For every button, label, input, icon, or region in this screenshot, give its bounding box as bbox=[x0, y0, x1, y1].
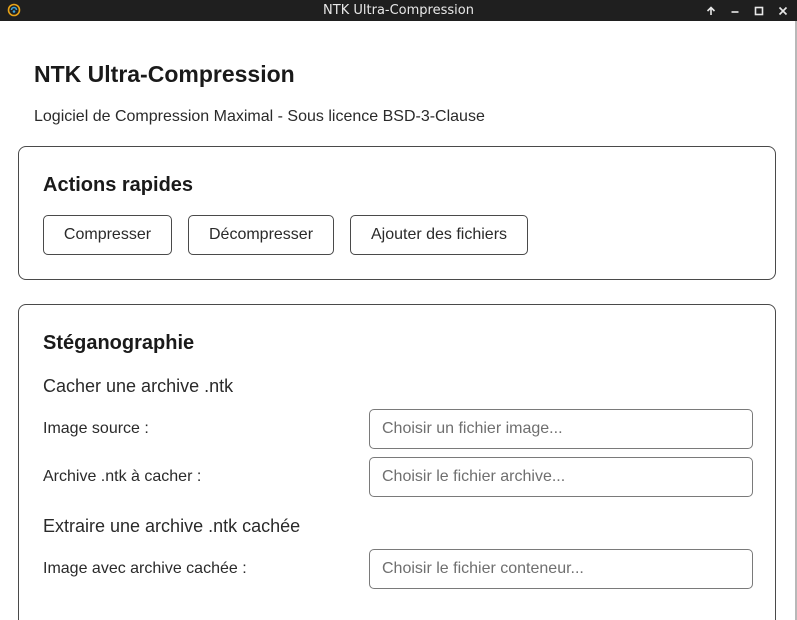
source-image-label: Image source : bbox=[43, 420, 149, 437]
container-image-input[interactable] bbox=[369, 549, 753, 589]
decompress-button[interactable]: Décompresser bbox=[188, 215, 334, 255]
keep-above-icon[interactable] bbox=[702, 2, 720, 19]
add-files-button[interactable]: Ajouter des fichiers bbox=[350, 215, 528, 255]
compress-button[interactable]: Compresser bbox=[43, 215, 172, 255]
archive-to-hide-input[interactable] bbox=[369, 457, 753, 497]
window-title: NTK Ultra-Compression bbox=[323, 3, 474, 18]
window-titlebar[interactable]: NTK Ultra-Compression bbox=[0, 0, 797, 21]
archive-to-hide-label: Archive .ntk à cacher : bbox=[43, 468, 202, 485]
container-image-label: Image avec archive cachée : bbox=[43, 560, 247, 577]
source-image-input[interactable] bbox=[369, 409, 753, 449]
quick-actions-card: Actions rapides Compresser Décompresser … bbox=[18, 146, 776, 280]
minimize-icon[interactable] bbox=[726, 2, 744, 19]
extract-archive-heading: Extraire une archive .ntk cachée bbox=[43, 516, 301, 536]
main-content: NTK Ultra-Compression Logiciel de Compre… bbox=[0, 21, 795, 620]
hide-archive-heading: Cacher une archive .ntk bbox=[43, 376, 234, 396]
close-icon[interactable] bbox=[774, 2, 792, 19]
page-subtitle: Logiciel de Compression Maximal - Sous l… bbox=[34, 108, 485, 125]
quick-actions-title: Actions rapides bbox=[43, 174, 194, 196]
maximize-icon[interactable] bbox=[750, 2, 768, 19]
steganography-title: Stéganographie bbox=[43, 332, 195, 354]
steganography-card: Stéganographie Cacher une archive .ntk I… bbox=[18, 304, 776, 620]
page-title: NTK Ultra-Compression bbox=[34, 61, 295, 87]
